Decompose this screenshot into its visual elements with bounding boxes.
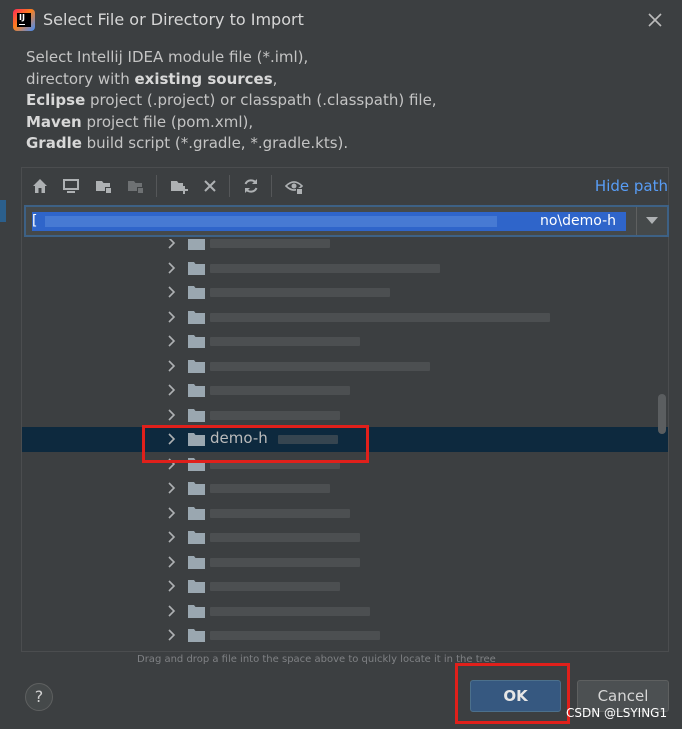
chevron-right-icon[interactable] — [166, 408, 178, 422]
chevron-right-icon[interactable] — [166, 506, 178, 520]
toolbar-separator — [271, 175, 272, 197]
tree-row[interactable] — [22, 623, 668, 648]
highlight-annotation-ok-button — [455, 663, 570, 724]
tree-row[interactable] — [22, 550, 668, 575]
description-line-2: directory with existing sources, — [26, 69, 278, 88]
chevron-right-icon[interactable] — [166, 285, 178, 299]
redacted-text — [210, 484, 330, 493]
desktop-icon[interactable] — [61, 176, 81, 196]
chevron-right-icon[interactable] — [166, 604, 178, 618]
tree-row[interactable] — [22, 256, 668, 281]
show-hidden-icon[interactable] — [284, 176, 304, 196]
watermark: CSDN @LSYING1 — [566, 706, 668, 720]
file-chooser-toolbar: Hide path — [22, 168, 668, 202]
folder-icon — [188, 482, 205, 495]
folder-icon — [188, 555, 205, 569]
redacted-text — [210, 533, 360, 542]
title-bar: IJ Select File or Directory to Import — [0, 0, 682, 40]
toolbar-separator — [156, 175, 157, 197]
description-line-1: Select Intellij IDEA module file (*.iml)… — [26, 48, 309, 66]
project-folder-icon[interactable] — [94, 176, 114, 196]
tree-row[interactable] — [22, 403, 668, 428]
description-line-3: Eclipse project (.project) or classpath … — [26, 91, 437, 109]
tree-row[interactable] — [22, 329, 668, 354]
tree-row[interactable] — [22, 280, 668, 305]
module-folder-icon[interactable] — [126, 176, 146, 196]
toolbar-separator — [229, 175, 230, 197]
tree-row[interactable] — [22, 305, 668, 330]
chevron-right-icon[interactable] — [166, 555, 178, 569]
redacted-text — [210, 337, 360, 346]
tree-row[interactable] — [22, 525, 668, 550]
help-button[interactable]: ? — [25, 683, 53, 711]
folder-icon — [188, 408, 205, 422]
redacted-text — [210, 239, 330, 248]
chevron-right-icon[interactable] — [166, 359, 178, 373]
folder-icon — [188, 310, 205, 324]
redacted-text — [210, 288, 390, 297]
chevron-right-icon[interactable] — [166, 261, 178, 275]
folder-icon — [188, 629, 205, 642]
refresh-icon[interactable] — [241, 176, 261, 196]
dialog-title: Select File or Directory to Import — [43, 10, 304, 29]
home-icon[interactable] — [30, 176, 50, 196]
redacted-text — [210, 582, 340, 591]
highlight-annotation-selected-folder — [142, 425, 369, 463]
redacted-text — [210, 557, 360, 567]
redacted-text — [210, 312, 550, 322]
tree-row[interactable] — [22, 599, 668, 624]
tree-row[interactable] — [22, 574, 668, 599]
chevron-right-icon[interactable] — [166, 334, 178, 348]
drag-drop-hint: Drag and drop a file into the space abov… — [137, 654, 496, 665]
redacted-text — [210, 606, 370, 616]
redacted-text — [210, 263, 440, 273]
folder-icon — [188, 286, 205, 299]
chevron-right-icon[interactable] — [166, 239, 178, 250]
chevron-right-icon[interactable] — [166, 481, 178, 495]
chevron-right-icon[interactable] — [166, 310, 178, 324]
folder-icon — [188, 531, 205, 544]
path-input[interactable]: [no\demo-h — [24, 205, 669, 237]
tree-row[interactable] — [22, 476, 668, 501]
redacted-text — [210, 386, 350, 395]
chevron-right-icon[interactable] — [166, 530, 178, 544]
new-folder-icon[interactable] — [169, 176, 189, 196]
folder-icon — [188, 384, 205, 397]
path-input-value: [no\demo-h — [32, 212, 626, 231]
chevron-right-icon[interactable] — [166, 628, 178, 642]
folder-icon — [188, 335, 205, 348]
folder-icon — [188, 506, 205, 520]
chevron-right-icon[interactable] — [166, 383, 178, 397]
tree-row[interactable] — [22, 354, 668, 379]
redacted-text — [210, 631, 380, 640]
folder-icon — [188, 359, 205, 373]
chevron-right-icon[interactable] — [166, 579, 178, 593]
redacted-text — [210, 361, 430, 371]
close-icon[interactable] — [645, 10, 665, 30]
folder-icon — [188, 239, 205, 250]
tree-row[interactable] — [22, 378, 668, 403]
tree-row[interactable] — [22, 239, 668, 256]
dialog-description: Select Intellij IDEA module file (*.iml)… — [26, 47, 437, 155]
description-line-4: Maven project file (pom.xml), — [26, 112, 254, 131]
hide-path-link[interactable]: Hide path — [595, 177, 668, 195]
tree-row[interactable] — [22, 501, 668, 526]
redacted-text — [210, 508, 350, 518]
intellij-idea-icon: IJ — [13, 9, 35, 31]
file-chooser-panel: Hide path [no\demo-h demo-h — [21, 167, 669, 652]
redacted-text — [210, 410, 340, 420]
description-line-5: Gradle build script (*.gradle, *.gradle.… — [26, 134, 349, 152]
delete-icon[interactable] — [200, 176, 220, 196]
path-history-dropdown[interactable] — [636, 207, 667, 235]
editor-gutter-marker — [0, 200, 6, 222]
folder-icon — [188, 580, 205, 593]
folder-icon — [188, 261, 205, 275]
folder-icon — [188, 604, 205, 618]
tree-scrollbar-thumb[interactable] — [658, 394, 666, 434]
